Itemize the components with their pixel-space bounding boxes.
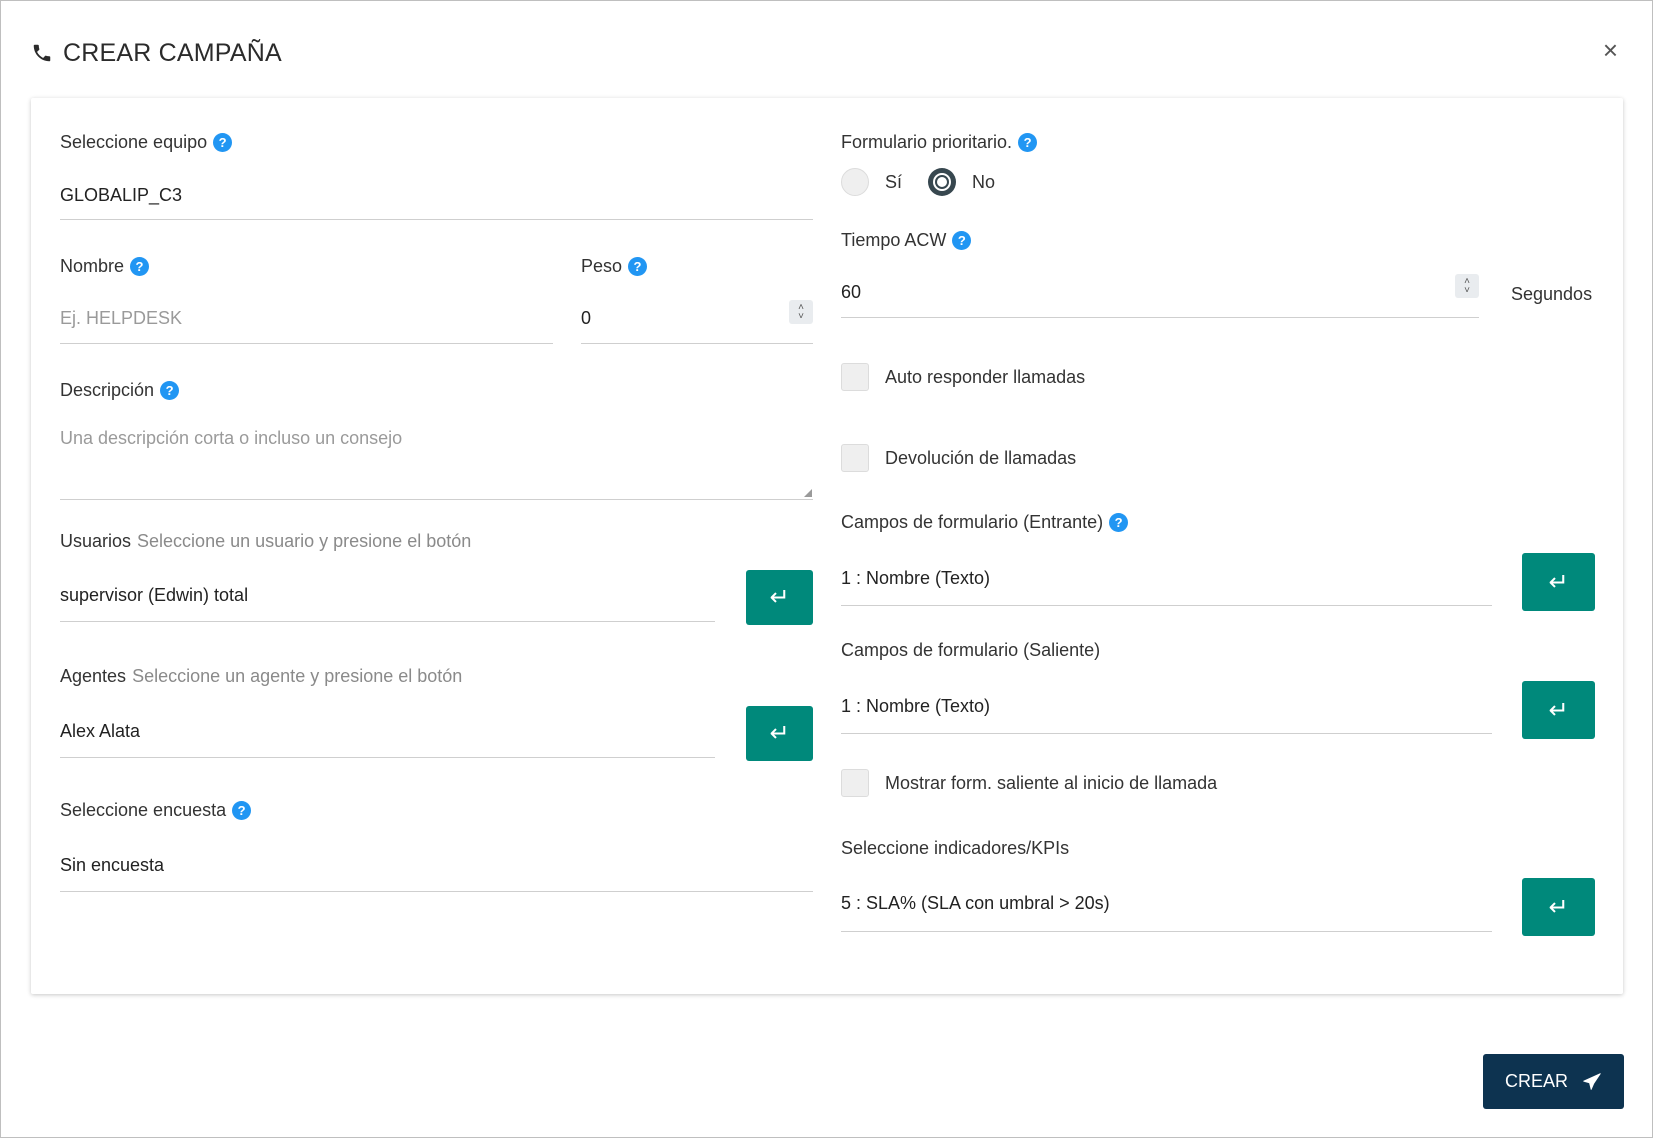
crear-button-label: CREAR — [1504, 1071, 1568, 1091]
help-icon[interactable]: ? — [1109, 513, 1129, 532]
help-icon[interactable]: ? — [160, 381, 180, 400]
crear-button[interactable]: CREAR — [1483, 1054, 1624, 1109]
agentes-label: Agentes Seleccione un agente y presione e… — [60, 666, 463, 686]
entrante-select[interactable]: 1 : Nombre (Texto) — [841, 556, 1492, 606]
form-card: Seleccione equipo? GLOBALIP_C3 Nombre? E… — [31, 98, 1623, 994]
encuesta-label: Seleccione encuesta? — [60, 800, 252, 821]
enter-icon: ↵ — [1548, 696, 1569, 724]
modal-header: CREAR CAMPAÑA — [31, 31, 282, 75]
help-icon[interactable]: ? — [952, 231, 972, 250]
devolucion-label: Devolución de llamadas — [885, 448, 1077, 468]
peso-input[interactable]: 0 ˄ ˅ — [581, 298, 813, 344]
nombre-label: Nombre? — [60, 256, 150, 277]
add-agent-button[interactable]: ↵ — [746, 706, 813, 761]
help-icon[interactable]: ? — [1018, 133, 1038, 152]
kpis-label: Seleccione indicadores/KPIs — [841, 838, 1070, 858]
prioritario-no-label: No — [972, 172, 996, 192]
descripcion-textarea[interactable]: Una descripción corta o incluso un conse… — [60, 420, 813, 500]
descripcion-label: Descripción? — [60, 380, 180, 401]
peso-label: Peso? — [581, 256, 648, 277]
prioritario-no-radio[interactable] — [928, 168, 956, 196]
prioritario-si-radio[interactable] — [841, 168, 869, 196]
help-icon[interactable]: ? — [130, 257, 150, 276]
enter-icon: ↵ — [769, 720, 790, 747]
encuesta-select[interactable]: Sin encuesta — [60, 844, 813, 892]
create-campaign-modal: CREAR CAMPAÑA × Seleccione equipo? GLOBA… — [0, 0, 1653, 1138]
acw-input[interactable]: 60 ˄ ˅ — [841, 272, 1479, 318]
auto-responder-label: Auto responder llamadas — [885, 367, 1086, 387]
saliente-label: Campos de formulario (Saliente) — [841, 640, 1101, 660]
enter-icon: ↵ — [1548, 568, 1569, 596]
help-icon[interactable]: ? — [232, 801, 252, 820]
prioritario-si-label: Sí — [885, 172, 903, 192]
saliente-select[interactable]: 1 : Nombre (Texto) — [841, 684, 1492, 734]
close-button[interactable]: × — [1603, 37, 1618, 63]
phone-icon — [33, 44, 51, 62]
help-icon[interactable]: ? — [628, 257, 648, 276]
add-saliente-button[interactable]: ↵ — [1522, 681, 1595, 739]
auto-responder-checkbox[interactable] — [841, 363, 869, 391]
enter-icon: ↵ — [1548, 893, 1569, 921]
enter-icon: ↵ — [769, 584, 790, 611]
nombre-input[interactable]: Ej. HELPDESK — [60, 298, 553, 344]
usuarios-label: Usuarios Seleccione un usuario y presione… — [60, 531, 472, 551]
add-entrante-button[interactable]: ↵ — [1522, 553, 1595, 611]
entrante-label: Campos de formulario (Entrante)? — [841, 512, 1129, 533]
devolucion-checkbox[interactable] — [841, 444, 869, 472]
equipo-label: Seleccione equipo? — [60, 132, 233, 153]
modal-title: CREAR CAMPAÑA — [63, 38, 282, 67]
acw-unit: Segundos — [1511, 284, 1593, 304]
mostrar-checkbox[interactable] — [841, 769, 869, 797]
acw-spinner[interactable]: ˄ ˅ — [1455, 274, 1479, 298]
agentes-select[interactable]: Alex Alata — [60, 709, 715, 758]
help-icon[interactable]: ? — [213, 133, 233, 152]
prioritario-label: Formulario prioritario.? — [841, 132, 1038, 153]
send-icon — [1583, 1072, 1601, 1090]
add-user-button[interactable]: ↵ — [746, 570, 813, 625]
peso-spinner[interactable]: ˄ ˅ — [789, 300, 813, 324]
add-kpi-button[interactable]: ↵ — [1522, 878, 1595, 936]
mostrar-label: Mostrar form. saliente al inicio de llam… — [885, 773, 1218, 793]
acw-label: Tiempo ACW? — [841, 230, 972, 251]
kpis-select[interactable]: 5 : SLA% (SLA con umbral > 20s) — [841, 880, 1492, 932]
equipo-select[interactable]: GLOBALIP_C3 — [60, 176, 813, 220]
usuarios-select[interactable]: supervisor (Edwin) total — [60, 574, 715, 622]
resize-handle-icon[interactable] — [804, 489, 812, 497]
